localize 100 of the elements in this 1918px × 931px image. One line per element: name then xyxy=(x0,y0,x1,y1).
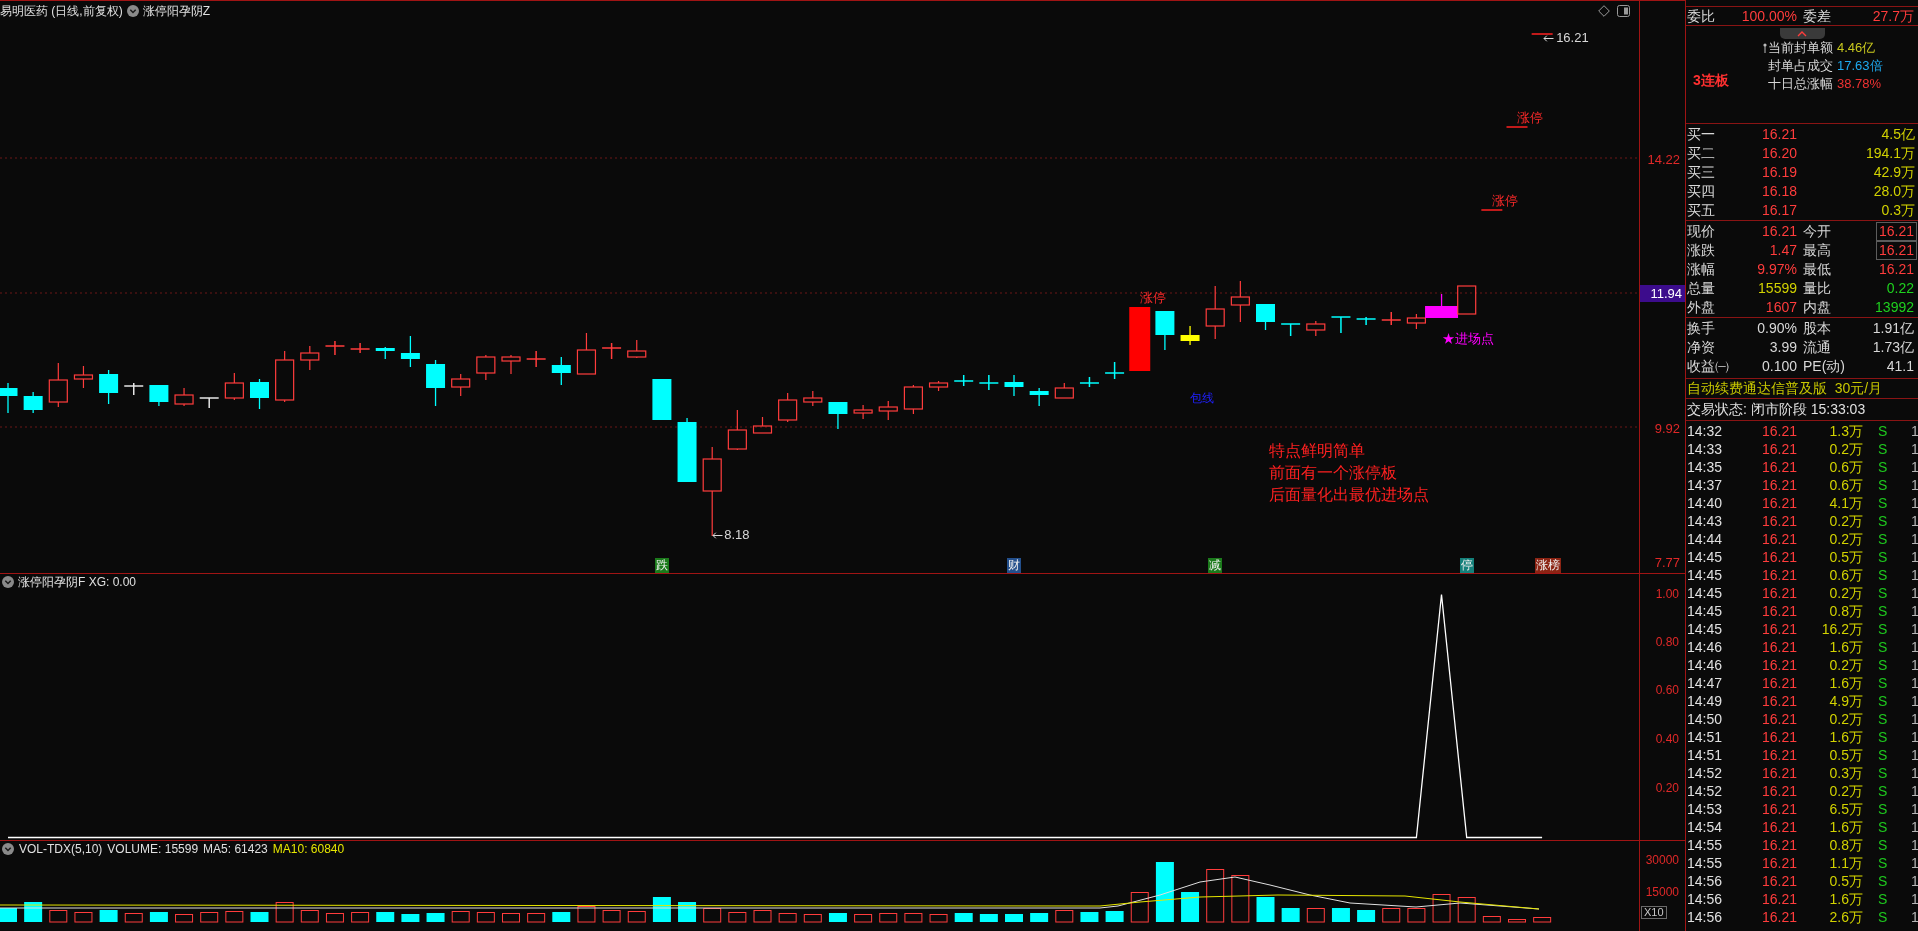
candlestick xyxy=(476,354,496,381)
trade-count: 1 xyxy=(1911,620,1918,638)
trade-count: 1 xyxy=(1911,836,1918,854)
trade-price: 16.21 xyxy=(1761,458,1797,476)
field-label: 最低 xyxy=(1803,261,1831,278)
note-line: 前面有一个涨停板 xyxy=(1269,463,1398,483)
candlestick xyxy=(1306,320,1326,337)
trade-volume: 1.1万 xyxy=(1829,854,1863,872)
volume-bar xyxy=(1457,897,1476,923)
trade-count: 1 xyxy=(1911,584,1918,602)
diamond-icon[interactable] xyxy=(1598,5,1610,17)
candlestick xyxy=(953,374,974,387)
volume-bar xyxy=(200,912,219,923)
candlestick xyxy=(551,356,571,386)
trade-volume: 0.5万 xyxy=(1829,746,1863,764)
volume-bar xyxy=(1357,910,1376,922)
trade-volume: 0.2万 xyxy=(1829,530,1863,548)
volume-bar xyxy=(678,902,697,922)
volume-bar xyxy=(602,910,621,923)
event-tag[interactable]: 减 xyxy=(1208,558,1223,573)
trade-time: 14:56 xyxy=(1687,872,1723,890)
chevron-down-icon[interactable] xyxy=(2,843,14,855)
trade-volume: 0.8万 xyxy=(1829,836,1863,854)
volume-bar xyxy=(149,912,168,922)
trade-count: 1 xyxy=(1911,566,1918,584)
trade-count: 1 xyxy=(1911,674,1918,692)
field-label: 总量 xyxy=(1687,280,1715,297)
field-label: 最高 xyxy=(1803,242,1831,259)
trade-time: 14:32 xyxy=(1687,422,1723,440)
limit-up-label: 涨停 xyxy=(1491,194,1518,208)
trade-price: 16.21 xyxy=(1761,638,1797,656)
trade-price: 16.21 xyxy=(1761,548,1797,566)
volume-bar xyxy=(1130,892,1149,923)
split-panel-icon[interactable] xyxy=(1617,5,1630,17)
candlestick xyxy=(198,397,220,409)
candlestick xyxy=(1104,361,1125,380)
trade-time: 14:47 xyxy=(1687,674,1723,692)
trade-side: S xyxy=(1878,890,1888,908)
volume-bar xyxy=(1331,908,1350,922)
field-label: 现价 xyxy=(1687,223,1715,240)
field-value: 41.1 xyxy=(1885,357,1915,376)
field-value: 15599 xyxy=(1757,279,1798,298)
field-label: 收益㈠ xyxy=(1687,358,1729,375)
volume-bar xyxy=(1030,913,1049,922)
candlestick xyxy=(349,342,371,354)
event-tag[interactable]: 跌 xyxy=(654,558,669,573)
trade-volume: 1.3万 xyxy=(1829,422,1863,440)
field-label: 流通 xyxy=(1803,339,1831,356)
trading-status: 交易状态: 闭市阶段 15:33:03 xyxy=(1687,401,1866,418)
volume-bar xyxy=(753,910,772,923)
entry-point-label: ★进场点 xyxy=(1441,332,1494,346)
chevron-down-icon[interactable] xyxy=(126,5,139,17)
trade-volume: 2.6万 xyxy=(1829,908,1863,926)
low-price-label: 8.18 xyxy=(724,528,750,542)
trade-side: S xyxy=(1878,548,1888,566)
formula-name[interactable]: 涨停阳孕阴Z xyxy=(142,4,210,18)
trade-volume: 0.5万 xyxy=(1829,548,1863,566)
trade-price: 16.21 xyxy=(1761,584,1797,602)
field-value: 16.21 xyxy=(1760,222,1798,241)
event-tag[interactable]: 停 xyxy=(1459,558,1474,573)
trade-side: S xyxy=(1878,692,1888,710)
trade-time: 14:43 xyxy=(1687,512,1723,530)
trade-time: 14:52 xyxy=(1687,782,1723,800)
candlestick xyxy=(48,362,68,408)
bid-label: 买一 xyxy=(1687,126,1715,143)
volume-bar xyxy=(451,911,470,923)
field-value: 1.73亿 xyxy=(1871,338,1915,357)
promo-link[interactable]: 自动续费通达信普及版 30元/月 xyxy=(1687,380,1883,397)
chevron-down-icon[interactable] xyxy=(2,576,14,588)
candlestick xyxy=(928,380,949,392)
volume-bar xyxy=(401,914,420,922)
arrow-left-icon xyxy=(1543,34,1555,42)
volume-bar xyxy=(1231,875,1250,923)
trade-count: 1 xyxy=(1911,890,1918,908)
volume-bar xyxy=(1155,862,1174,922)
price-axis-label: 9.92 xyxy=(1654,420,1680,437)
volume-bar xyxy=(426,913,445,922)
candlestick xyxy=(601,342,622,360)
volume-bar xyxy=(854,914,873,923)
trade-price: 16.21 xyxy=(1761,800,1797,818)
legend-label: MA5: 61423 xyxy=(203,842,268,856)
trade-price: 16.21 xyxy=(1761,422,1797,440)
candlestick xyxy=(1155,311,1175,351)
trade-side: S xyxy=(1878,782,1888,800)
trade-side: S xyxy=(1878,710,1888,728)
candlestick xyxy=(224,372,244,401)
event-tag[interactable]: 涨榜 xyxy=(1535,558,1562,573)
volume-bar xyxy=(929,914,948,923)
field-value: 0.22 xyxy=(1885,279,1915,298)
trade-volume: 0.2万 xyxy=(1829,782,1863,800)
event-tag[interactable]: 财 xyxy=(1007,558,1021,573)
trade-count: 1 xyxy=(1911,746,1918,764)
legend-label: MA10: 60840 xyxy=(272,842,345,856)
trade-side: S xyxy=(1878,872,1888,890)
trade-count: 1 xyxy=(1911,440,1918,458)
field-value: 1607 xyxy=(1764,298,1798,317)
collapse-tab[interactable] xyxy=(1779,28,1825,39)
field-value: 16.21 xyxy=(1875,222,1917,241)
candlestick xyxy=(576,332,597,375)
candlestick xyxy=(99,369,119,405)
